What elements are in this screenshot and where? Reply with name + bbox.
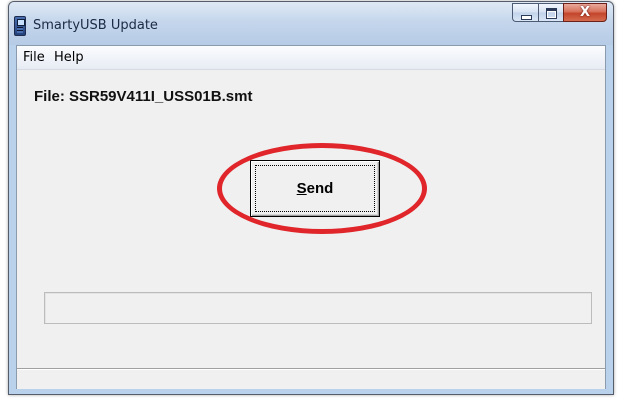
status-bar [17, 368, 605, 389]
caption-buttons: X [512, 3, 607, 23]
send-button[interactable]: Send [250, 160, 380, 217]
file-name-label: File: SSR59V411I_USS01B.smt [34, 88, 253, 105]
maximize-icon [546, 8, 557, 19]
menu-bar: File Help [17, 46, 605, 70]
app-icon[interactable] [14, 16, 26, 36]
minimize-button[interactable] [512, 3, 538, 22]
send-label-rest: end [306, 180, 334, 197]
client-area: File Help File: SSR59V411I_USS01B.smt Se… [16, 45, 606, 389]
maximize-button[interactable] [538, 3, 563, 22]
menu-file[interactable]: File [23, 50, 45, 65]
minimize-icon [521, 15, 532, 20]
send-button-label: Send [297, 180, 334, 197]
send-mnemonic: S [296, 180, 307, 197]
progress-bar [44, 292, 592, 324]
close-button[interactable]: X [563, 3, 607, 22]
app-window: SmartyUSB Update X File Help File: SSR59… [8, 1, 614, 395]
title-bar[interactable]: SmartyUSB Update X [9, 2, 613, 45]
menu-help[interactable]: Help [54, 50, 84, 65]
window-title: SmartyUSB Update [33, 18, 158, 33]
close-icon: X [579, 5, 591, 20]
